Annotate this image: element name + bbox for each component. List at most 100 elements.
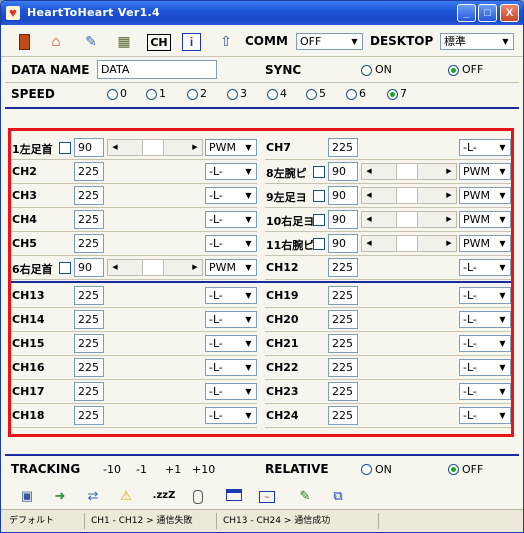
slider-thumb[interactable] xyxy=(142,260,164,275)
channel-value-input[interactable]: 90 xyxy=(328,234,358,253)
speed-radio-3[interactable] xyxy=(227,89,238,100)
speed-radio-5[interactable] xyxy=(306,89,317,100)
home-icon[interactable]: ⌂ xyxy=(46,32,66,51)
speed-radio-6[interactable] xyxy=(346,89,357,100)
relative-off-radio[interactable] xyxy=(448,464,459,475)
maximize-button[interactable]: □ xyxy=(478,4,497,22)
comm-select[interactable]: OFF ▼ xyxy=(296,33,363,50)
channel-value-input[interactable]: 225 xyxy=(74,334,104,353)
channel-slider[interactable]: ◀ ▶ xyxy=(107,139,203,156)
upload-icon[interactable]: ⇧ xyxy=(216,32,236,51)
channel-value-input[interactable]: 90 xyxy=(328,210,358,229)
slider-right-arrow-icon[interactable]: ▶ xyxy=(442,188,456,203)
relative-on-radio[interactable] xyxy=(361,464,372,475)
channel-value-input[interactable]: 225 xyxy=(328,286,358,305)
tracking-minus10-button[interactable]: -10 xyxy=(103,463,121,476)
channel-mode-select[interactable]: -L- ▼ xyxy=(205,383,257,400)
channel-mode-select[interactable]: -L- ▼ xyxy=(459,311,511,328)
channel-value-input[interactable]: 225 xyxy=(74,234,104,253)
graph-icon[interactable]: ~ xyxy=(256,486,278,506)
channel-slider[interactable]: ◀ ▶ xyxy=(361,187,457,204)
slider-right-arrow-icon[interactable]: ▶ xyxy=(442,236,456,251)
sync-on-radio[interactable] xyxy=(361,65,372,76)
tracking-plus1-button[interactable]: +1 xyxy=(165,463,181,476)
channel-value-input[interactable]: 225 xyxy=(328,358,358,377)
channel-value-input[interactable]: 225 xyxy=(74,358,104,377)
tracking-minus1-button[interactable]: -1 xyxy=(136,463,147,476)
wrench-icon[interactable]: ✎ xyxy=(81,32,101,51)
channel-slider[interactable]: ◀ ▶ xyxy=(361,211,457,228)
channel-value-input[interactable]: 225 xyxy=(328,382,358,401)
channel-value-input[interactable]: 90 xyxy=(74,258,104,277)
slider-left-arrow-icon[interactable]: ◀ xyxy=(108,260,122,275)
channel-value-input[interactable]: 225 xyxy=(74,210,104,229)
channel-mode-select[interactable]: -L- ▼ xyxy=(459,139,511,156)
slider-left-arrow-icon[interactable]: ◀ xyxy=(362,164,376,179)
channel-value-input[interactable]: 225 xyxy=(328,258,358,277)
slider-thumb[interactable] xyxy=(142,140,164,155)
channel-mode-select[interactable]: -L- ▼ xyxy=(205,163,257,180)
channel-mode-select[interactable]: PWM ▼ xyxy=(459,163,511,180)
channel-value-input[interactable]: 225 xyxy=(74,406,104,425)
slider-thumb[interactable] xyxy=(396,164,418,179)
channel-value-input[interactable]: 225 xyxy=(328,138,358,157)
channel-mode-select[interactable]: -L- ▼ xyxy=(205,311,257,328)
desktop-select[interactable]: 標準 ▼ xyxy=(440,33,514,50)
warning-icon[interactable]: ⚠ xyxy=(115,486,137,506)
channel-value-input[interactable]: 225 xyxy=(328,310,358,329)
ch-icon[interactable]: CH xyxy=(147,34,171,51)
speed-radio-1[interactable] xyxy=(146,89,157,100)
network-icon[interactable]: ⇄ xyxy=(82,486,104,506)
close-button[interactable]: X xyxy=(500,4,519,22)
channel-checkbox[interactable] xyxy=(313,238,325,250)
channel-mode-select[interactable]: PWM ▼ xyxy=(459,211,511,228)
channel-value-input[interactable]: 90 xyxy=(328,162,358,181)
slider-right-arrow-icon[interactable]: ▶ xyxy=(442,212,456,227)
channel-mode-select[interactable]: -L- ▼ xyxy=(459,259,511,276)
copy-icon[interactable]: ⧉ xyxy=(327,486,349,506)
channel-value-input[interactable]: 225 xyxy=(74,382,104,401)
slider-left-arrow-icon[interactable]: ◀ xyxy=(362,188,376,203)
channel-value-input[interactable]: 225 xyxy=(74,186,104,205)
channel-value-input[interactable]: 225 xyxy=(328,406,358,425)
mouse-icon[interactable] xyxy=(187,486,209,506)
channel-value-input[interactable]: 225 xyxy=(74,310,104,329)
channel-slider[interactable]: ◀ ▶ xyxy=(107,259,203,276)
speed-radio-0[interactable] xyxy=(107,89,118,100)
channel-mode-select[interactable]: -L- ▼ xyxy=(205,211,257,228)
slider-right-arrow-icon[interactable]: ▶ xyxy=(442,164,456,179)
scanner-icon[interactable]: ▦ xyxy=(114,32,134,51)
channel-mode-select[interactable]: -L- ▼ xyxy=(205,287,257,304)
slider-left-arrow-icon[interactable]: ◀ xyxy=(362,212,376,227)
sync-off-radio[interactable] xyxy=(448,65,459,76)
channel-slider[interactable]: ◀ ▶ xyxy=(361,235,457,252)
channel-value-input[interactable]: 90 xyxy=(74,138,104,157)
channel-checkbox[interactable] xyxy=(313,214,325,226)
channel-mode-select[interactable]: -L- ▼ xyxy=(205,335,257,352)
channel-mode-select[interactable]: PWM ▼ xyxy=(459,187,511,204)
data-name-input[interactable]: DATA xyxy=(97,60,217,79)
channel-mode-select[interactable]: -L- ▼ xyxy=(459,359,511,376)
channel-mode-select[interactable]: -L- ▼ xyxy=(459,407,511,424)
slider-thumb[interactable] xyxy=(396,188,418,203)
channel-mode-select[interactable]: -L- ▼ xyxy=(459,335,511,352)
channel-value-input[interactable]: 225 xyxy=(328,334,358,353)
channel-value-input[interactable]: 225 xyxy=(74,162,104,181)
channel-mode-select[interactable]: PWM ▼ xyxy=(459,235,511,252)
slider-right-arrow-icon[interactable]: ▶ xyxy=(188,140,202,155)
channel-mode-select[interactable]: -L- ▼ xyxy=(205,407,257,424)
speed-radio-4[interactable] xyxy=(267,89,278,100)
slider-right-arrow-icon[interactable]: ▶ xyxy=(188,260,202,275)
window-icon[interactable] xyxy=(223,486,245,506)
channel-value-input[interactable]: 225 xyxy=(74,286,104,305)
slider-thumb[interactable] xyxy=(396,236,418,251)
channel-checkbox[interactable] xyxy=(59,262,71,274)
slider-left-arrow-icon[interactable]: ◀ xyxy=(362,236,376,251)
speed-radio-2[interactable] xyxy=(187,89,198,100)
camera-icon[interactable]: ▣ xyxy=(16,486,38,506)
transfer-icon[interactable]: ➜ xyxy=(49,486,71,506)
channel-mode-select[interactable]: -L- ▼ xyxy=(205,187,257,204)
sleep-icon[interactable]: .zzZ xyxy=(149,486,179,506)
channel-mode-select[interactable]: PWM ▼ xyxy=(205,259,257,276)
edit-icon[interactable]: ✎ xyxy=(294,486,316,506)
